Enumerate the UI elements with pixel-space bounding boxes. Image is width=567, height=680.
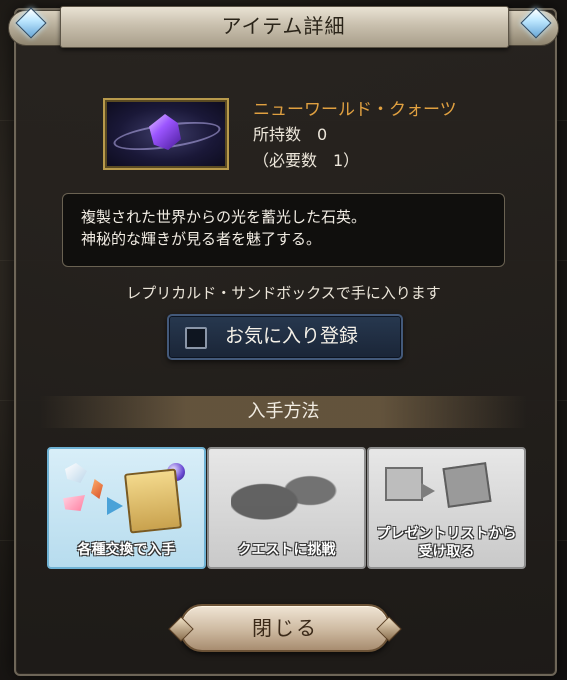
item-required-count: （必要数 1）	[253, 151, 360, 170]
close-label: 閉じる	[252, 616, 318, 640]
scroll-ticket-icon	[124, 468, 182, 534]
close-button[interactable]: 閉じる	[168, 604, 402, 652]
dialog-title: アイテム詳細	[221, 14, 346, 38]
method-label: 受け取る	[418, 544, 475, 560]
item-name: ニューワールド・クォーツ	[253, 100, 457, 120]
method-label: クエストに挑戦	[237, 542, 336, 558]
obtain-location-text: レプリカルド・サンドボックスで手に入ります	[126, 284, 441, 302]
arrow-right-icon	[107, 497, 123, 515]
item-description-box: 複製された世界からの光を蓄光した石英。 神秘的な輝きが見る者を魅了する。	[62, 193, 505, 267]
present-list-method-button[interactable]: プレゼントリストから 受け取る	[367, 447, 526, 569]
game-screen: アイテム詳細 ニューワールド・クォーツ 所持数 0 （必要数 1） 複製された世…	[0, 0, 567, 680]
gift-box-icon	[385, 467, 423, 501]
favorite-label: お気に入り登録	[225, 325, 359, 347]
arrow-right-icon	[421, 483, 435, 499]
crystal-shard-icon	[65, 463, 87, 483]
item-owned-count: 所持数 0	[253, 125, 328, 144]
favorite-register-button[interactable]: お気に入り登録	[167, 314, 403, 360]
exchange-method-button[interactable]: 各種交換で入手	[47, 447, 206, 569]
quest-method-button[interactable]: クエストに挑戦	[207, 447, 366, 569]
item-thumbnail	[103, 98, 229, 170]
orange-shard-icon	[91, 479, 103, 499]
favorite-checkbox[interactable]	[185, 327, 207, 349]
method-label: 各種交換で入手	[77, 542, 176, 558]
section-title: 入手方法	[247, 401, 320, 422]
method-label: プレゼントリストから	[376, 526, 517, 542]
pink-shard-icon	[63, 495, 85, 511]
acquisition-section-header: 入手方法	[40, 396, 527, 428]
battle-characters-icon	[231, 461, 341, 535]
description-line: 複製された世界からの光を蓄光した石英。	[81, 208, 367, 226]
dialog-header: アイテム詳細	[0, 0, 567, 50]
present-box-icon	[442, 462, 492, 508]
description-line: 神秘的な輝きが見る者を魅了する。	[81, 230, 322, 248]
